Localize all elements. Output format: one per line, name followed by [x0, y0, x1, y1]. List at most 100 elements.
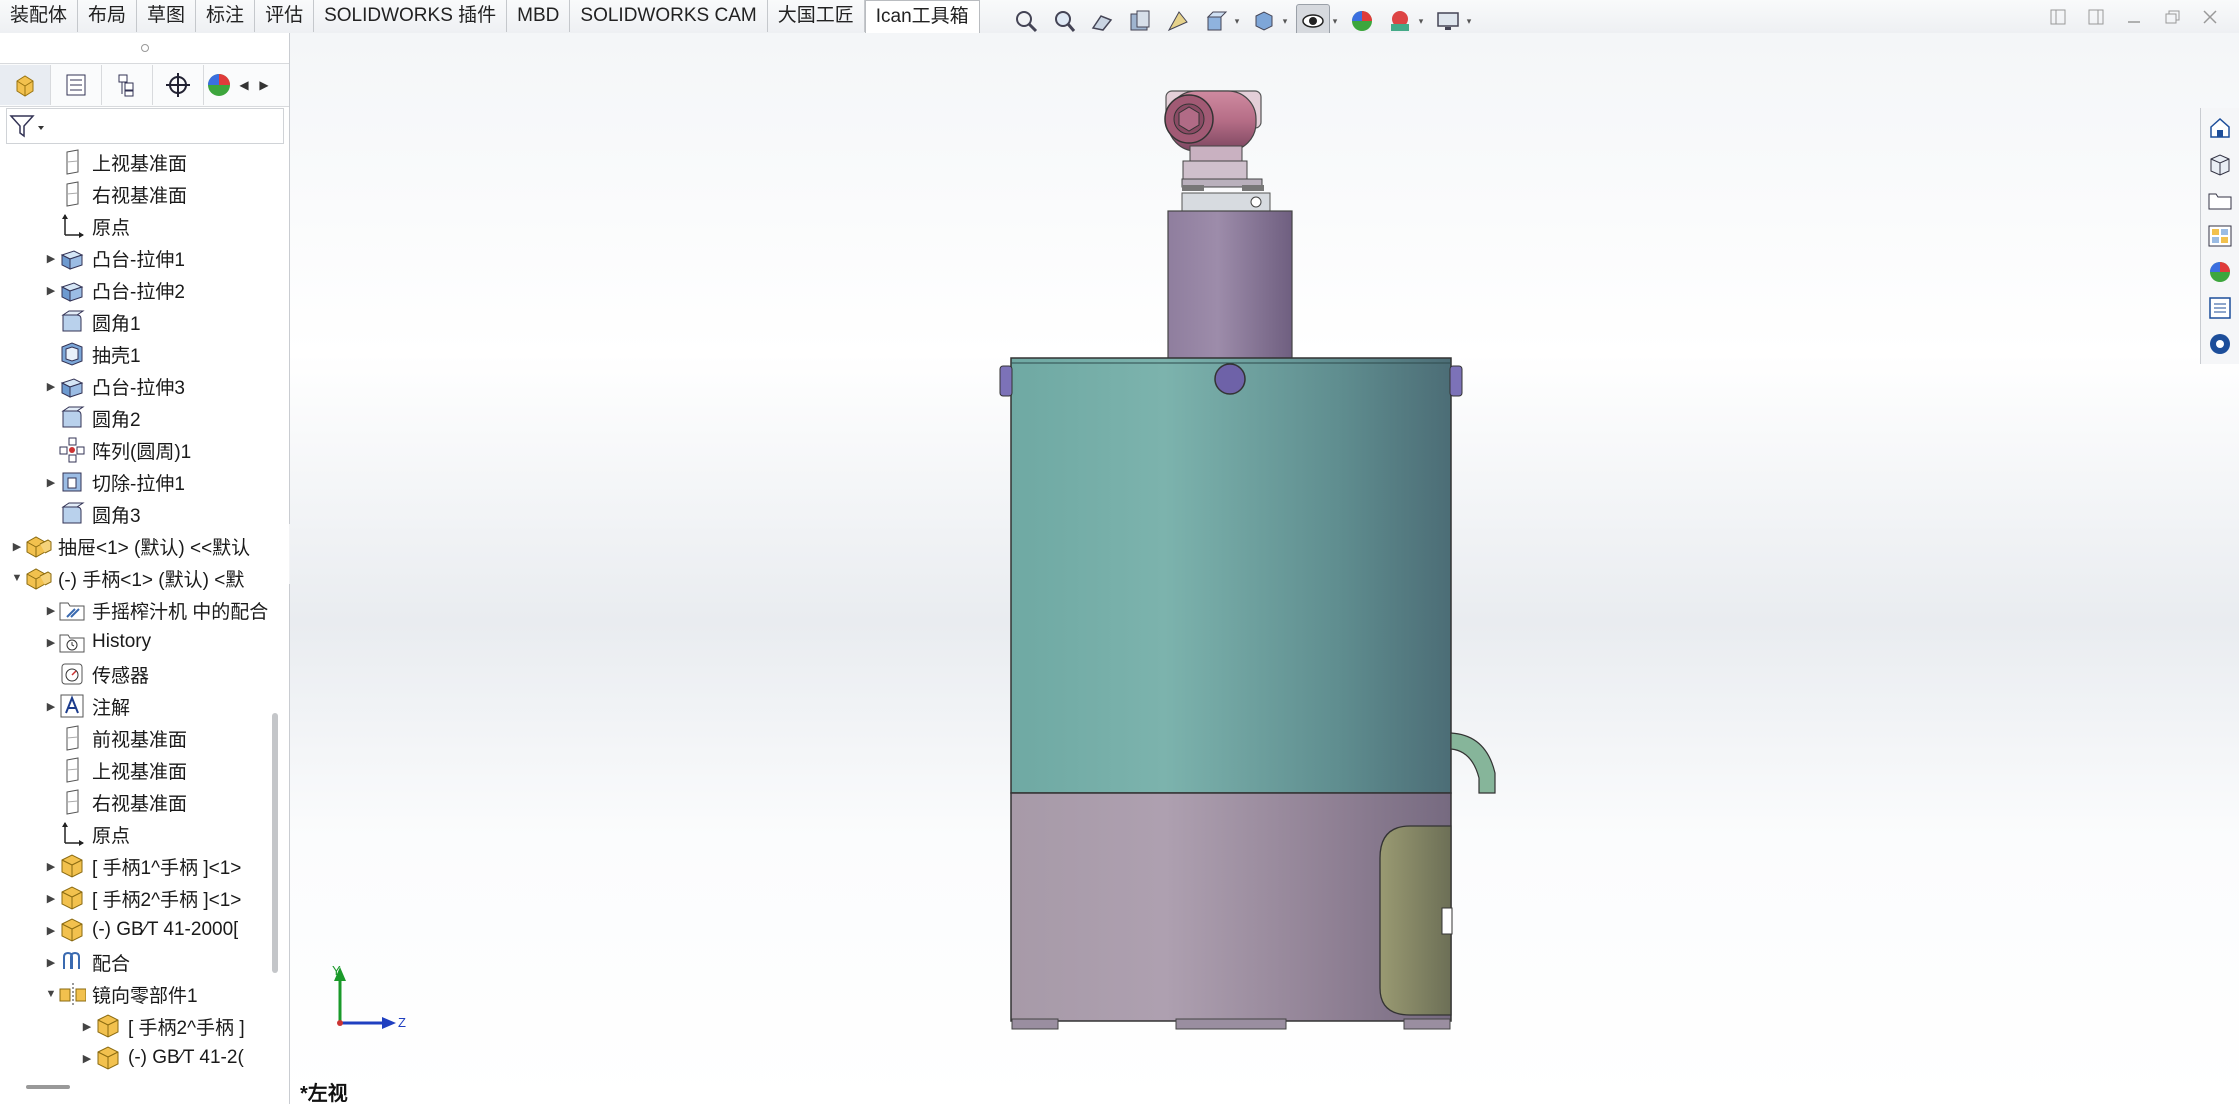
tree-horizontal-scrollbar[interactable]	[26, 1085, 70, 1089]
tree-item[interactable]: 上视基准面	[0, 754, 270, 786]
dimxpert-manager-tab-icon[interactable]	[153, 65, 204, 105]
graphics-viewport[interactable]: Y Z *左视	[290, 33, 2239, 1104]
boss-extrude-icon	[58, 372, 86, 400]
expand-arrow-icon[interactable]: ▶	[44, 370, 58, 402]
tree-scrollbar[interactable]	[272, 713, 278, 973]
solidworks-forum-icon[interactable]	[2204, 328, 2236, 360]
tree-item[interactable]: ▶ 凸台-拉伸1	[0, 242, 270, 274]
tree-item[interactable]: ▶ 手摇榨汁机 中的配合	[0, 594, 270, 626]
tile-right-icon[interactable]	[2085, 6, 2107, 28]
expand-arrow-icon[interactable]: ▶	[80, 1042, 94, 1074]
tab-0[interactable]: 装配体	[0, 0, 79, 32]
view-palette-icon[interactable]	[2204, 220, 2236, 252]
tree-item[interactable]: ▶ 凸台-拉伸2	[0, 274, 270, 306]
expand-arrow-icon[interactable]: ▶	[44, 594, 58, 626]
tree-item[interactable]: 传感器	[0, 658, 270, 690]
tree-item[interactable]: 圆角1	[0, 306, 270, 338]
tree-item[interactable]: ▼ 镜向零部件1	[0, 978, 270, 1010]
tree-item[interactable]: ▶ [ 手柄2^手柄 ]	[0, 1010, 270, 1042]
feature-manager-tab-icon[interactable]	[0, 65, 51, 105]
filter-icon[interactable]	[7, 112, 47, 140]
tree-item[interactable]: 上视基准面	[0, 146, 270, 178]
window-controls	[2047, 6, 2221, 28]
tree-item[interactable]: 原点	[0, 818, 270, 850]
boss-extrude-icon	[58, 244, 86, 272]
mate-icon	[58, 948, 86, 976]
restore-icon[interactable]	[2161, 6, 2183, 28]
tab-3[interactable]: 标注	[196, 0, 256, 32]
tree-item[interactable]: ▶ 注解	[0, 690, 270, 722]
collapse-arrow-icon[interactable]: ▼	[10, 562, 24, 594]
tree-item[interactable]: ▶ 凸台-拉伸3	[0, 370, 270, 402]
expand-arrow-icon[interactable]: ▶	[44, 914, 58, 946]
expand-arrow-icon[interactable]: ▶	[44, 626, 58, 658]
tree-item-label: 抽屉<1> (默认) <<默认	[58, 537, 251, 559]
tree-item-label: 圆角1	[92, 313, 141, 335]
collapse-arrow-icon[interactable]: ▼	[44, 978, 58, 1010]
tree-item-label: 右视基准面	[92, 793, 188, 815]
tree-filter[interactable]	[6, 108, 284, 144]
configuration-manager-tab-icon[interactable]	[102, 65, 153, 105]
solidworks-resources-icon[interactable]	[2204, 112, 2236, 144]
fillet-icon	[58, 308, 86, 336]
tree-item[interactable]: ▶ 切除-拉伸1	[0, 466, 270, 498]
tab-5[interactable]: SOLIDWORKS 插件	[314, 0, 508, 32]
tab-4[interactable]: 评估	[255, 0, 315, 32]
expand-arrow-icon[interactable]: ▶	[44, 850, 58, 882]
tab-scroll-right-icon[interactable]: ▶	[254, 65, 274, 105]
custom-properties-icon[interactable]	[2204, 292, 2236, 324]
tree-item[interactable]: 阵列(圆周)1	[0, 434, 270, 466]
expand-arrow-icon[interactable]: ▶	[44, 466, 58, 498]
tree-item[interactable]: ▶ [ 手柄1^手柄 ]<1>	[0, 850, 270, 882]
tree-item-label: 传感器	[92, 665, 150, 687]
tree-item-label: 前视基准面	[92, 729, 188, 751]
close-icon[interactable]	[2199, 6, 2221, 28]
tree-item[interactable]: ▶ 配合	[0, 946, 270, 978]
expand-arrow-icon[interactable]: ▶	[44, 882, 58, 914]
tab-scroll-left-icon[interactable]: ◀	[234, 65, 254, 105]
tree-item[interactable]: 原点	[0, 210, 270, 242]
expand-arrow-icon[interactable]: ▶	[80, 1010, 94, 1042]
tab-9[interactable]: Ican工具箱	[864, 0, 980, 34]
tree-item[interactable]: ▶ (-) GB∕T 41-2(	[0, 1042, 270, 1074]
tab-7[interactable]: SOLIDWORKS CAM	[570, 0, 768, 32]
expand-arrow-icon[interactable]: ▶	[44, 946, 58, 978]
tree-item-label: (-) GB∕T 41-2000[	[92, 919, 239, 940]
tree-item[interactable]: 抽壳1	[0, 338, 270, 370]
tree-item[interactable]: ▶ History	[0, 626, 270, 658]
tree-item[interactable]: ▶ [ 手柄2^手柄 ]<1>	[0, 882, 270, 914]
tab-1[interactable]: 布局	[78, 0, 138, 32]
expand-arrow-icon[interactable]: ▶	[44, 274, 58, 306]
tree-item[interactable]: ▶ (-) GB∕T 41-2000[	[0, 914, 270, 946]
feature-tree: 上视基准面 右视基准面 原点 ▶ 凸台-拉伸1 ▶ 凸台-拉伸2 圆角1 抽壳1 ▶ 凸台-拉伸3 圆…	[0, 146, 270, 1096]
minimize-icon[interactable]	[2123, 6, 2145, 28]
appearances-icon[interactable]	[2204, 256, 2236, 288]
expand-arrow-icon[interactable]: ▶	[44, 690, 58, 722]
origin-icon	[58, 212, 86, 240]
juicer-3d-model[interactable]	[290, 33, 2239, 1104]
tree-item[interactable]: ▼ (-) 手柄<1> (默认) <默	[0, 562, 270, 594]
tree-item[interactable]: 圆角2	[0, 402, 270, 434]
tab-8[interactable]: 大国工匠	[768, 0, 865, 32]
tab-6[interactable]: MBD	[507, 0, 571, 32]
file-explorer-icon[interactable]	[2204, 184, 2236, 216]
tree-item-label: 原点	[92, 217, 131, 239]
cut-extrude-icon	[58, 468, 86, 496]
tab-2[interactable]: 草图	[137, 0, 197, 32]
panel-grip[interactable]	[0, 33, 289, 63]
property-manager-tab-icon[interactable]	[51, 65, 102, 105]
display-manager-tab-icon[interactable]	[204, 65, 234, 105]
expand-arrow-icon[interactable]: ▶	[10, 530, 24, 562]
expand-arrow-icon[interactable]: ▶	[44, 242, 58, 274]
sensor-icon	[58, 660, 86, 688]
tree-item[interactable]: 前视基准面	[0, 722, 270, 754]
view-name-label: *左视	[300, 1083, 348, 1104]
tree-item[interactable]: 右视基准面	[0, 178, 270, 210]
tree-item[interactable]: 圆角3	[0, 498, 270, 530]
tile-left-icon[interactable]	[2047, 6, 2069, 28]
tree-item[interactable]: ▶ 抽屉<1> (默认) <<默认	[0, 530, 270, 562]
tree-item[interactable]: 右视基准面	[0, 786, 270, 818]
history-icon	[58, 628, 86, 656]
design-library-icon[interactable]	[2204, 148, 2236, 180]
